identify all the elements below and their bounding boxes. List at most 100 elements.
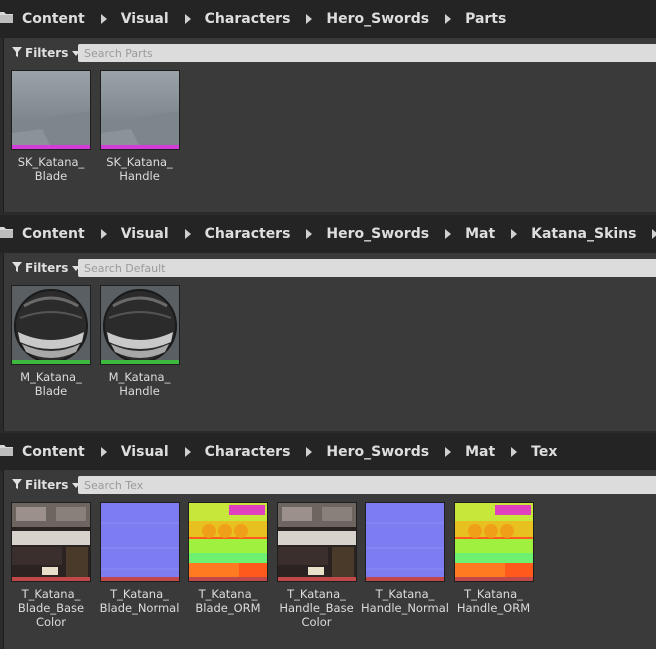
asset-name: M_Katana_ Blade <box>5 370 97 398</box>
asset-name-line: T_Katana_ <box>464 587 523 601</box>
filters-label: Filters <box>25 46 69 60</box>
asset-panel-parts: FiltersSK_Katana_BladeSK_Katana_Handle <box>3 38 656 212</box>
breadcrumb: Content Visual Characters Hero_Swords Parts <box>0 0 656 38</box>
asset-name-line: Handle_ORM <box>456 601 531 615</box>
filter-row: Filters <box>4 470 656 500</box>
filters-button[interactable]: Filters <box>12 43 81 63</box>
asset-name-line: Handle <box>119 384 160 398</box>
asset-thumbnail <box>365 502 445 582</box>
breadcrumb-item[interactable]: Content <box>22 226 85 242</box>
asset-tile[interactable]: SK_Katana_ Blade <box>11 70 91 183</box>
asset-name: T_Katana_ Handle_ORM <box>448 587 540 627</box>
asset-type-stripe <box>189 577 267 581</box>
search-input[interactable] <box>78 259 656 277</box>
breadcrumb-item[interactable]: Tex <box>531 444 557 460</box>
chevron-right-icon[interactable] <box>184 447 191 457</box>
asset-tile[interactable]: T_Katana_ Blade_Normal <box>99 502 180 627</box>
asset-type-stripe <box>454 577 533 581</box>
chevron-right-icon[interactable] <box>184 14 191 24</box>
asset-name-line: T_Katana_ <box>198 587 258 601</box>
asset-tile[interactable]: T_Katana_ Handle_ORM <box>453 502 534 627</box>
chevron-right-icon[interactable] <box>100 447 107 457</box>
asset-name: T_Katana_ Blade_Normal <box>94 587 186 627</box>
asset-type-stripe <box>100 577 179 581</box>
breadcrumb-item[interactable]: Hero_Swords <box>326 226 429 242</box>
chevron-right-icon[interactable] <box>100 229 107 239</box>
filter-icon <box>12 478 25 492</box>
filter-row: Filters <box>4 38 656 68</box>
asset-name: M_Katana_ Handle <box>94 370 186 398</box>
chevron-right-icon[interactable] <box>511 447 518 457</box>
asset-name-line: SK_Katana_ <box>17 155 85 169</box>
breadcrumb: Content Visual Characters Hero_Swords Mat Kat… <box>0 215 656 253</box>
breadcrumb-item[interactable]: Characters <box>205 444 291 460</box>
folder-icon[interactable] <box>0 442 20 462</box>
asset-name-line: M_Katana_ <box>108 370 171 384</box>
chevron-right-icon[interactable] <box>511 229 518 239</box>
filters-label: Filters <box>25 261 69 275</box>
breadcrumb-item[interactable]: Mat <box>465 444 495 460</box>
chevron-right-icon[interactable] <box>306 14 313 24</box>
breadcrumb-item[interactable]: Parts <box>465 11 506 27</box>
asset-name: T_Katana_ Handle_Normal <box>359 587 451 627</box>
folder-icon[interactable] <box>0 9 20 29</box>
filters-button[interactable]: Filters <box>12 475 81 495</box>
asset-tile[interactable]: SK_Katana_ Handle <box>99 70 180 183</box>
breadcrumb-item[interactable]: Hero_Swords <box>326 444 429 460</box>
asset-thumbnail <box>11 502 91 582</box>
asset-name-line: M_Katana_ <box>20 370 82 384</box>
asset-thumbnail <box>188 502 268 582</box>
breadcrumb-item[interactable]: Hero_Swords <box>326 11 429 27</box>
asset-thumbnail <box>11 285 91 365</box>
search-input[interactable] <box>78 476 656 494</box>
asset-tile[interactable]: T_Katana_ Blade_ORM <box>188 502 268 627</box>
asset-name-line: Blade <box>34 384 68 398</box>
asset-thumbnail <box>11 70 91 150</box>
breadcrumb-item[interactable]: Characters <box>205 11 291 27</box>
chevron-right-icon[interactable] <box>306 447 313 457</box>
folder-icon[interactable] <box>0 224 20 244</box>
filter-icon <box>12 261 25 275</box>
asset-type-stripe <box>277 577 356 581</box>
asset-type-stripe <box>12 360 90 364</box>
breadcrumb-item[interactable]: Content <box>22 444 85 460</box>
asset-name: SK_Katana_ Blade <box>5 155 97 183</box>
breadcrumb-item[interactable]: Characters <box>205 226 291 242</box>
asset-type-stripe <box>12 577 90 581</box>
asset-tile[interactable]: T_Katana_ Handle_Normal <box>361 502 449 627</box>
asset-thumbnail <box>99 70 180 150</box>
filter-row: Filters <box>4 253 656 283</box>
asset-name-line: Color <box>301 615 332 627</box>
asset-name-line: Color <box>35 615 67 627</box>
asset-name-line: SK_Katana_ <box>106 155 173 169</box>
asset-tile[interactable]: M_Katana_ Handle <box>99 285 180 398</box>
breadcrumb-item[interactable]: Content <box>22 11 85 27</box>
asset-name-line: Blade <box>34 169 68 183</box>
asset-thumbnail <box>99 502 180 582</box>
filters-button[interactable]: Filters <box>12 258 81 278</box>
chevron-right-icon[interactable] <box>306 229 313 239</box>
asset-tile[interactable]: T_Katana_ Blade_Base Color <box>11 502 91 627</box>
asset-name-line: Handle_Base <box>279 601 354 615</box>
chevron-right-icon[interactable] <box>100 14 107 24</box>
chevron-right-icon[interactable] <box>445 447 452 457</box>
asset-name-line: T_Katana_ <box>110 587 169 601</box>
breadcrumb: Content Visual Characters Hero_Swords Mat Tex <box>0 433 656 471</box>
breadcrumb-item[interactable]: Visual <box>121 11 169 27</box>
breadcrumb-item[interactable]: Visual <box>121 226 169 242</box>
chevron-right-icon[interactable] <box>184 229 191 239</box>
chevron-right-icon[interactable] <box>445 229 452 239</box>
asset-name-line: Handle <box>119 169 160 183</box>
breadcrumb-item[interactable]: Visual <box>121 444 169 460</box>
search-input[interactable] <box>78 44 656 62</box>
asset-name-line: T_Katana_ <box>21 587 81 601</box>
asset-name-line: T_Katana_ <box>287 587 346 601</box>
chevron-right-icon[interactable] <box>652 229 656 239</box>
breadcrumb-item[interactable]: Katana_Skins <box>531 226 636 242</box>
filter-icon <box>12 46 25 60</box>
breadcrumb-item[interactable]: Mat <box>465 226 495 242</box>
asset-tile[interactable]: T_Katana_ Handle_Base Color <box>276 502 357 627</box>
asset-thumbnail <box>276 502 357 582</box>
chevron-right-icon[interactable] <box>445 14 452 24</box>
asset-tile[interactable]: M_Katana_ Blade <box>11 285 91 398</box>
